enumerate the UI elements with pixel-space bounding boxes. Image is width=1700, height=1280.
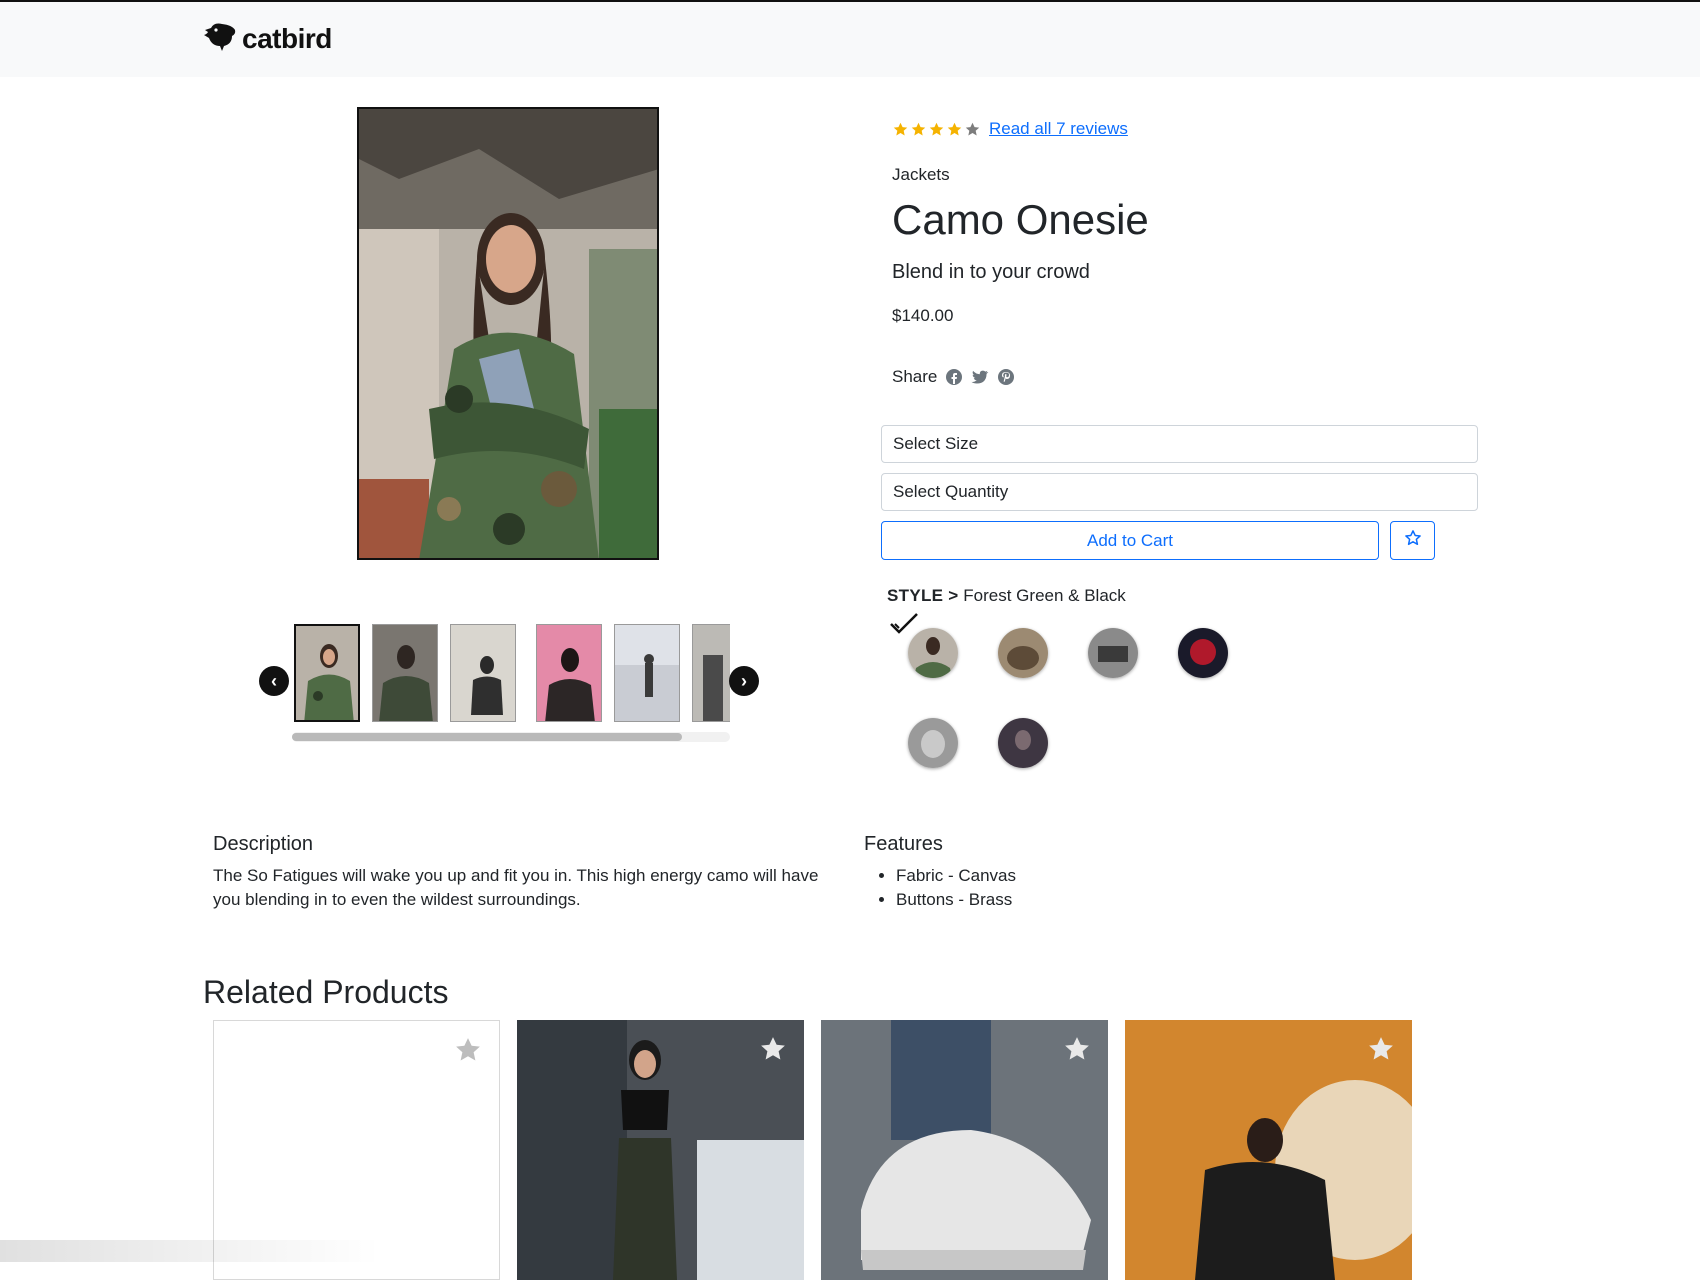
star-icon[interactable] <box>1366 1034 1396 1069</box>
product-category: Jackets <box>892 165 950 184</box>
style-name: Forest Green & Black <box>963 586 1126 605</box>
star-icon[interactable] <box>453 1035 483 1070</box>
next-thumbnail-button[interactable]: › <box>729 666 759 696</box>
thumbnail[interactable] <box>536 624 602 722</box>
star-icon[interactable] <box>758 1034 788 1069</box>
thumbnail[interactable] <box>294 624 360 722</box>
style-selector-label: STYLE > Forest Green & Black <box>887 586 1126 606</box>
brand-logo[interactable]: catbird <box>202 20 332 57</box>
features-heading: Features <box>864 833 943 855</box>
prev-thumbnail-button[interactable]: ‹ <box>259 666 289 696</box>
star-empty-icon <box>965 122 980 135</box>
thumbnail[interactable] <box>614 624 680 722</box>
add-to-cart-button[interactable]: Add to Cart <box>881 521 1379 560</box>
pinterest-icon[interactable] <box>997 368 1015 386</box>
size-select-value: Select Size <box>893 434 979 453</box>
features-list: Fabric - Canvas Buttons - Brass <box>864 864 1016 912</box>
rating-row: Read all 7 reviews <box>892 119 1128 139</box>
chevron-left-icon: ‹ <box>271 671 277 691</box>
star-outline-icon <box>1404 529 1422 552</box>
style-label: STYLE > <box>887 586 959 605</box>
chevron-right-icon: › <box>741 671 747 691</box>
related-product-card[interactable] <box>821 1020 1108 1280</box>
thumbnail[interactable] <box>450 624 516 722</box>
related-products-heading: Related Products <box>203 974 449 1010</box>
facebook-icon[interactable] <box>945 368 963 386</box>
style-swatch[interactable] <box>1178 628 1228 678</box>
product-price: $140.00 <box>892 306 954 325</box>
bottom-shadow <box>0 1240 380 1262</box>
share-label: Share <box>892 367 938 386</box>
feature-item: Buttons - Brass <box>896 888 1016 912</box>
related-product-card[interactable] <box>1125 1020 1412 1280</box>
description-text: The So Fatigues will wake you up and fit… <box>213 866 819 909</box>
star-icon[interactable] <box>1062 1034 1092 1069</box>
product-title: Camo Onesie <box>892 196 1149 243</box>
bird-logo-icon <box>202 20 238 57</box>
twitter-icon[interactable] <box>971 368 989 386</box>
style-swatch[interactable] <box>1088 628 1138 678</box>
quantity-select-value: Select Quantity <box>893 482 1009 501</box>
thumbnail[interactable] <box>692 624 730 722</box>
star-filled-icon <box>911 122 926 135</box>
thumbnail-strip[interactable] <box>292 624 730 724</box>
description-heading: Description <box>213 833 314 855</box>
star-filled-icon <box>947 122 962 135</box>
quantity-select[interactable]: Select Quantity <box>881 473 1478 511</box>
read-reviews-link[interactable]: Read all 7 reviews <box>989 119 1128 139</box>
thumbnail[interactable] <box>372 624 438 722</box>
main-product-image[interactable] <box>357 107 659 560</box>
style-swatch[interactable] <box>908 718 958 768</box>
rating-stars <box>892 121 981 138</box>
share-row: Share <box>892 367 1015 387</box>
thumbnail-scrollbar-thumb[interactable] <box>292 733 682 741</box>
size-select[interactable]: Select Size <box>881 425 1478 463</box>
star-filled-icon <box>893 122 908 135</box>
style-swatch[interactable] <box>998 628 1048 678</box>
feature-item: Fabric - Canvas <box>896 864 1016 888</box>
star-filled-icon <box>929 122 944 135</box>
style-swatch[interactable] <box>998 718 1048 768</box>
brand-name: catbird <box>242 22 332 54</box>
product-slogan: Blend in to your crowd <box>892 261 1090 283</box>
style-swatch[interactable] <box>908 628 958 678</box>
related-product-card[interactable] <box>517 1020 804 1280</box>
favorite-button[interactable] <box>1390 521 1435 560</box>
